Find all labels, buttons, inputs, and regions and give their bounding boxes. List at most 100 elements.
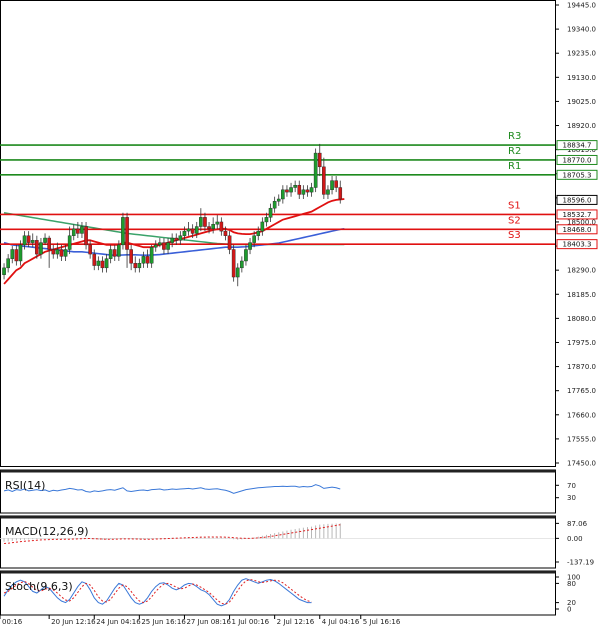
level-tag-s1: 18532.7 (563, 211, 592, 219)
price-tick-label: 19025.0 (567, 98, 596, 106)
candle-body (190, 228, 195, 234)
candle-body (260, 221, 265, 232)
price-tick-label: 17975.0 (567, 339, 596, 347)
candle-body (231, 249, 236, 278)
time-tick-label: 27 Jun 08:16 (186, 618, 231, 626)
time-tick-label: 24 Jun 04:16 (96, 618, 141, 626)
price-tick-label: 19340.0 (567, 26, 596, 34)
candle-body (227, 235, 232, 250)
candle-body (334, 180, 338, 188)
candle-body (276, 198, 281, 202)
candle-body (289, 187, 293, 193)
candle-body (2, 267, 6, 275)
candle-body (30, 240, 35, 243)
price-tick-label: 17765.0 (567, 387, 596, 395)
candle-body (137, 263, 142, 269)
time-tick-label: 1 Jul 00:16 (232, 618, 270, 626)
price-tick-label: 18185.0 (567, 291, 596, 299)
candle-body (199, 217, 203, 227)
candle-body (285, 189, 289, 193)
candle-body (18, 244, 23, 262)
macd-title: MACD(12,26,9) (5, 525, 89, 538)
candle-body (158, 242, 162, 246)
indicator-tick-label: -137.19 (567, 559, 594, 567)
level-tag-s3: 18403.3 (563, 241, 592, 249)
current-price-label: 18596.0 (563, 196, 592, 204)
candle-body (84, 226, 88, 246)
candle-body (322, 166, 326, 195)
candle-body (76, 228, 80, 234)
candle-body (35, 240, 39, 255)
time-tick-label: 4 Jul 04:16 (322, 618, 360, 626)
candle-body (186, 228, 191, 232)
candle-body (252, 235, 256, 243)
time-tick-label: 2 Jul 12:16 (277, 618, 315, 626)
candle-body (6, 258, 10, 269)
candle-body (207, 226, 211, 230)
time-tick-label: 25 Jun 16:16 (141, 618, 186, 626)
price-tick-label: 18290.0 (567, 267, 596, 275)
candle-body (153, 244, 158, 248)
candle-body (313, 152, 318, 188)
indicator-panel-stoch[interactable]: 10080200Stoch(9,6,3) (0, 570, 581, 616)
candle-body (63, 249, 68, 257)
candle-body (223, 230, 228, 236)
level-name-s1: S1 (508, 200, 521, 211)
time-tick-label: 20 Jun 12:16 (51, 618, 96, 626)
candle-body (244, 249, 248, 262)
candle-body (240, 260, 244, 269)
candle-body (67, 235, 72, 250)
candle-body (338, 187, 343, 200)
price-tick-label: 18920.0 (567, 122, 596, 130)
price-tick-label: 17660.0 (567, 411, 596, 419)
indicator-tick-label: 70 (567, 482, 576, 490)
indicator-frame (0, 469, 556, 514)
stoch-title: Stoch(9,6,3) (5, 580, 73, 593)
candle-body (10, 249, 15, 259)
indicator-top-bar (0, 470, 556, 473)
candle-body (92, 253, 97, 266)
level-tag-r1: 18705.3 (563, 171, 592, 179)
candle-body (317, 152, 322, 168)
candle-body (211, 224, 215, 230)
price-tick-label: 19235.0 (567, 50, 596, 58)
candle-body (22, 235, 27, 246)
candle-body (256, 230, 261, 236)
candle-body (47, 237, 51, 250)
candle-body (264, 217, 269, 223)
rsi-title: RSI(14) (5, 479, 45, 492)
candle-body (14, 249, 19, 262)
candle-body (170, 237, 174, 243)
candle-body (145, 256, 150, 264)
candle-body (104, 258, 109, 269)
candle[interactable] (313, 148, 318, 193)
level-tag-s2: 18468.0 (563, 226, 592, 234)
level-name-r2: R2 (508, 146, 521, 157)
indicator-tick-label: 80 (567, 580, 576, 588)
candle-body (162, 242, 166, 250)
indicator-panel-rsi[interactable]: 70 30 RSI(14) (0, 469, 576, 514)
price-tick-label: 17450.0 (567, 460, 596, 468)
indicator-tick-label: 0 (567, 606, 571, 614)
candle-body (39, 242, 43, 255)
candle-body (96, 260, 101, 266)
candle[interactable] (231, 244, 236, 282)
candle-body (55, 249, 60, 255)
candle-body (112, 249, 117, 257)
price-tick-label: 18080.0 (567, 315, 596, 323)
level-name-s3: S3 (508, 230, 521, 241)
candle-body (272, 201, 277, 209)
indicator-panel-macd[interactable]: 87.06 0.00 -137.19 MACD(12,26,9) (0, 515, 594, 569)
candle-body (281, 189, 285, 200)
candle-body (174, 237, 179, 241)
candle-body (305, 189, 310, 193)
candle-body (309, 187, 314, 193)
level-name-s2: S2 (508, 215, 521, 226)
indicator-panels[interactable]: 70 30 RSI(14) 87.06 0.00 -137.19 MACD(12,26,9)… (0, 469, 594, 616)
candle-body (121, 217, 125, 246)
candle-body (88, 244, 92, 255)
candle-body (235, 267, 240, 278)
price-tick-label: 17555.0 (567, 435, 596, 443)
trading-chart[interactable]: 19445.0 19340.0 19235.0 19130.0 19025.0 18920… (0, 0, 600, 628)
candle[interactable] (121, 212, 125, 250)
